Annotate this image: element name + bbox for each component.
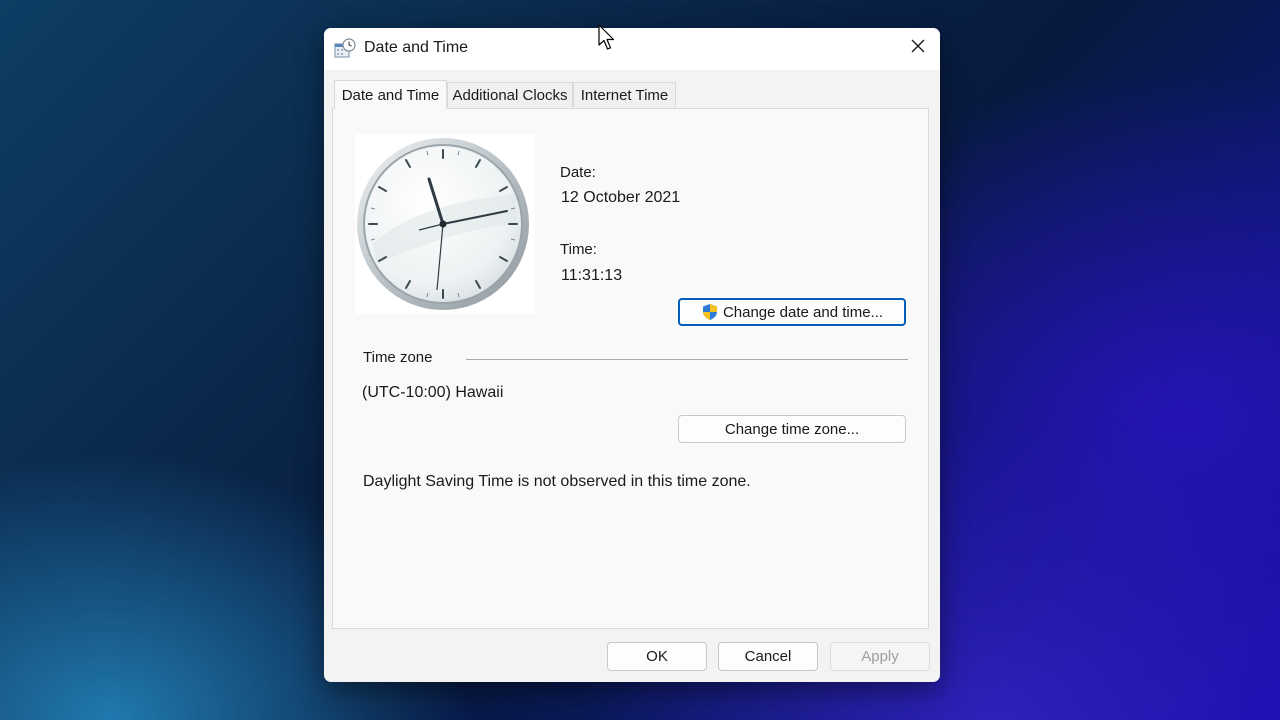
title-bar[interactable]: Date and Time — [324, 28, 940, 70]
cancel-button[interactable]: Cancel — [718, 642, 818, 671]
time-zone-section-label: Time zone — [363, 349, 433, 366]
date-label: Date: — [560, 164, 596, 181]
date-time-dialog: Date and Time Date and Time Additional C… — [324, 28, 940, 682]
close-icon — [911, 39, 925, 58]
analog-clock-icon — [355, 134, 535, 314]
change-date-and-time-button[interactable]: Change date and time... — [678, 298, 906, 326]
date-value: 12 October 2021 — [561, 189, 681, 206]
time-value: 11:31:13 — [561, 267, 623, 284]
change-time-zone-button[interactable]: Change time zone... — [678, 415, 906, 443]
time-zone-divider — [466, 359, 908, 360]
change-date-and-time-label: Change date and time... — [722, 303, 884, 321]
apply-button[interactable]: Apply — [830, 642, 930, 671]
window-title: Date and Time — [364, 39, 469, 56]
date-time-control-panel-icon — [334, 38, 356, 60]
tab-internet-time[interactable]: Internet Time — [573, 82, 676, 107]
tab-additional-clocks[interactable]: Additional Clocks — [447, 82, 573, 107]
ok-button[interactable]: OK — [607, 642, 707, 671]
mouse-cursor-icon — [598, 24, 618, 52]
time-zone-value: (UTC-10:00) Hawaii — [362, 384, 504, 401]
dst-note: Daylight Saving Time is not observed in … — [363, 473, 751, 490]
date-and-time-panel: Date: 12 October 2021 Time: 11:31:13 Cha… — [332, 108, 929, 629]
time-label: Time: — [560, 241, 597, 258]
close-button[interactable] — [896, 28, 940, 68]
tab-date-and-time[interactable]: Date and Time — [334, 80, 447, 109]
uac-shield-icon — [701, 303, 719, 321]
